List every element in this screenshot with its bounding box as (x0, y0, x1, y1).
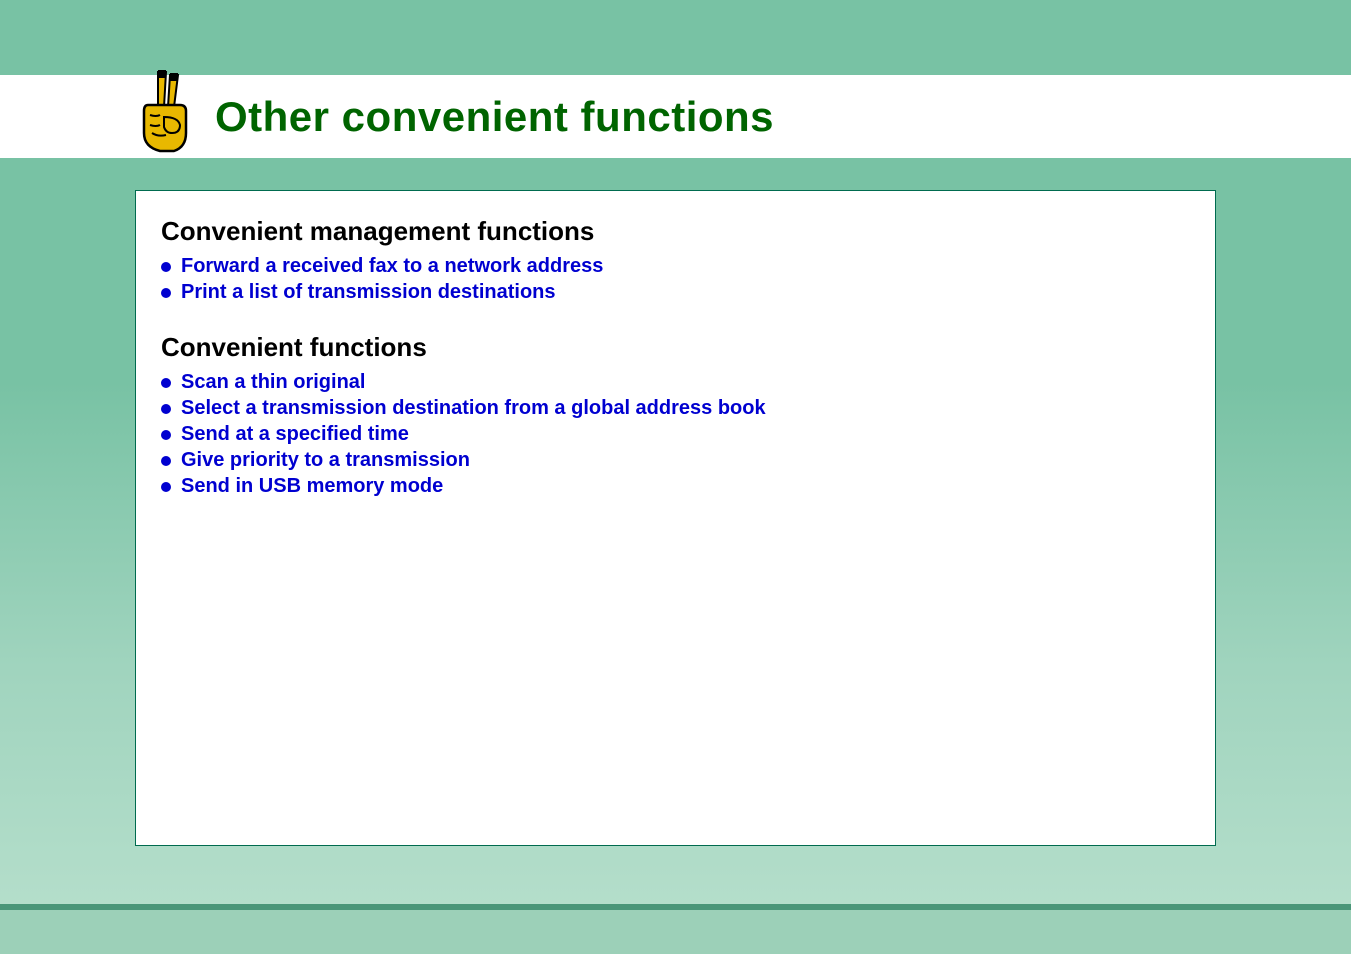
link-print-list[interactable]: Print a list of transmission destination… (181, 281, 556, 304)
bottom-bar (0, 904, 1351, 954)
title-band: Other convenient functions (0, 75, 1351, 160)
top-bar (0, 0, 1351, 75)
link-scan-thin[interactable]: Scan a thin original (181, 371, 365, 394)
link-priority[interactable]: Give priority to a transmission (181, 449, 470, 472)
bullet-icon (161, 288, 171, 298)
list-item: Give priority to a transmission (161, 449, 1190, 472)
list-item: Scan a thin original (161, 371, 1190, 394)
list-item: Select a transmission destination from a… (161, 397, 1190, 420)
bullet-icon (161, 456, 171, 466)
bullet-icon (161, 404, 171, 414)
bullet-icon (161, 262, 171, 272)
content-panel: Convenient management functions Forward … (135, 190, 1216, 846)
section-heading-2: Convenient functions (161, 332, 1190, 363)
bottom-bar-light (0, 910, 1351, 954)
peace-hand-icon (130, 67, 200, 157)
list-item: Send at a specified time (161, 423, 1190, 446)
link-specified-time[interactable]: Send at a specified time (181, 423, 409, 446)
page-title: Other convenient functions (215, 93, 774, 141)
bullet-icon (161, 430, 171, 440)
link-forward-fax[interactable]: Forward a received fax to a network addr… (181, 255, 603, 278)
bullet-icon (161, 378, 171, 388)
list-item: Print a list of transmission destination… (161, 281, 1190, 304)
list-item: Forward a received fax to a network addr… (161, 255, 1190, 278)
link-global-address[interactable]: Select a transmission destination from a… (181, 397, 766, 420)
list-item: Send in USB memory mode (161, 475, 1190, 498)
link-list-2: Scan a thin original Select a transmissi… (161, 371, 1190, 498)
link-usb-memory[interactable]: Send in USB memory mode (181, 475, 443, 498)
link-list-1: Forward a received fax to a network addr… (161, 255, 1190, 304)
bullet-icon (161, 482, 171, 492)
section-heading-1: Convenient management functions (161, 216, 1190, 247)
